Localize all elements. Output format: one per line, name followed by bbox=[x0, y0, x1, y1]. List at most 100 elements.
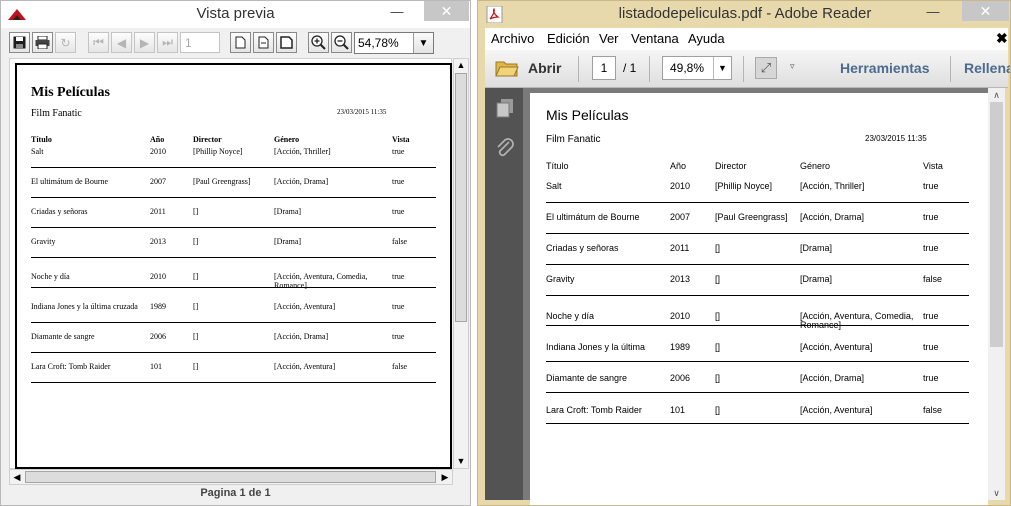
open-button[interactable]: Abrir bbox=[528, 60, 561, 76]
fill-sign-button[interactable]: Rellenar bbox=[964, 60, 1010, 76]
row-divider bbox=[31, 382, 436, 383]
pdf-page: Mis Películas Film Fanatic 23/03/2015 11… bbox=[530, 93, 988, 505]
reader-toolbar: Abrir 1 / 1 49,8% ▼ ⤢ ▿ Herramientas Rel… bbox=[485, 50, 1010, 88]
print-button[interactable] bbox=[32, 32, 53, 53]
pages-icon[interactable] bbox=[495, 98, 515, 118]
page-width-button[interactable] bbox=[253, 32, 274, 53]
save-icon bbox=[13, 36, 26, 49]
cell-anio: 101 bbox=[150, 362, 162, 371]
last-page-button[interactable]: ⏭ bbox=[157, 32, 178, 53]
vertical-scrollbar[interactable]: ∧ ∨ bbox=[988, 88, 1005, 500]
cell-vista: false bbox=[392, 362, 408, 371]
cell-anio: 2010 bbox=[670, 311, 691, 321]
cell-genero: [Acción, Aventura] bbox=[274, 302, 336, 311]
cell-director: [Phillip Noyce] bbox=[193, 147, 243, 156]
zoom-out-button[interactable] bbox=[331, 32, 352, 53]
row-divider bbox=[546, 325, 969, 326]
fit-page-button[interactable] bbox=[276, 32, 297, 53]
expand-icon[interactable]: ⤢ bbox=[755, 57, 777, 79]
menu-ventana[interactable]: Ventana bbox=[631, 31, 679, 46]
report-date: 23/03/2015 11:35 bbox=[337, 108, 387, 116]
toolbar-separator bbox=[578, 56, 579, 82]
cell-genero: [Acción, Aventura] bbox=[800, 405, 873, 415]
scroll-thumb[interactable] bbox=[455, 73, 467, 322]
zoom-value: 49,8% bbox=[670, 61, 705, 75]
scroll-right-icon[interactable]: ▶ bbox=[438, 470, 452, 484]
row-divider bbox=[31, 322, 436, 323]
cell-titulo: Diamante de sangre bbox=[546, 373, 628, 383]
cell-director: [] bbox=[193, 362, 199, 371]
close-document-icon[interactable]: ✖ bbox=[996, 30, 1008, 47]
cell-vista: false bbox=[923, 274, 943, 284]
page-number-input[interactable]: 1 bbox=[180, 32, 220, 53]
folder-icon[interactable] bbox=[495, 59, 519, 77]
row-divider bbox=[31, 257, 436, 258]
cell-vista: true bbox=[923, 212, 939, 222]
tools-button[interactable]: Herramientas bbox=[840, 60, 930, 76]
scroll-down-icon[interactable]: ▼ bbox=[454, 455, 468, 468]
report-subtitle: Film Fanatic bbox=[31, 108, 82, 119]
chevron-down-icon[interactable]: ▼ bbox=[713, 57, 731, 79]
cell-titulo: Noche y día bbox=[546, 311, 595, 321]
close-button[interactable]: ✕ bbox=[424, 1, 469, 21]
cell-genero: [Drama] bbox=[274, 207, 302, 216]
zoom-select[interactable]: 49,8% ▼ bbox=[662, 56, 732, 80]
minimize-button[interactable]: — bbox=[384, 1, 410, 21]
refresh-button[interactable]: ↻ bbox=[55, 32, 76, 53]
cell-vista: true bbox=[392, 147, 405, 156]
chevron-down-icon[interactable]: ▼ bbox=[413, 33, 433, 53]
row-divider bbox=[546, 295, 969, 296]
cell-titulo: Indiana Jones y la última cruzada bbox=[31, 302, 138, 311]
cell-titulo: Salt bbox=[31, 147, 44, 156]
menu-ver[interactable]: Ver bbox=[599, 31, 619, 46]
paperclip-icon[interactable] bbox=[495, 138, 515, 160]
cell-genero-continued: Romance] bbox=[274, 281, 307, 290]
zoom-in-button[interactable] bbox=[308, 32, 329, 53]
scroll-down-icon[interactable]: ∨ bbox=[988, 486, 1005, 500]
close-button[interactable]: ✕ bbox=[962, 1, 1009, 21]
report-subtitle: Film Fanatic bbox=[546, 134, 601, 145]
menu-edicion[interactable]: Edición bbox=[547, 31, 590, 46]
row-divider bbox=[546, 361, 969, 362]
cell-vista: false bbox=[392, 237, 408, 246]
scroll-thumb[interactable] bbox=[25, 471, 436, 483]
horizontal-scrollbar[interactable]: ◀ ▶ bbox=[9, 469, 453, 485]
cell-director: [Paul Greengrass] bbox=[715, 212, 788, 222]
toolbar-separator bbox=[649, 56, 650, 82]
cell-genero: [Acción, Drama] bbox=[800, 212, 865, 222]
cell-titulo: Lara Croft: Tomb Raider bbox=[546, 405, 642, 415]
vertical-scrollbar[interactable]: ▲ ▼ bbox=[453, 58, 469, 469]
cell-anio: 2013 bbox=[150, 237, 166, 246]
cell-vista: true bbox=[392, 272, 405, 281]
cell-titulo: Indiana Jones y la última bbox=[546, 342, 646, 352]
cell-vista: true bbox=[392, 332, 405, 341]
scroll-up-icon[interactable]: ▲ bbox=[454, 59, 468, 72]
cell-genero: [Acción, Thriller] bbox=[800, 181, 865, 191]
minimize-button[interactable]: — bbox=[918, 1, 948, 21]
next-page-button[interactable]: ▶ bbox=[134, 32, 155, 53]
zoom-select[interactable]: 54,78% ▼ bbox=[354, 32, 434, 54]
report-date: 23/03/2015 11:35 bbox=[865, 134, 927, 143]
row-divider bbox=[31, 227, 436, 228]
menu-ayuda[interactable]: Ayuda bbox=[688, 31, 725, 46]
cell-titulo: Lara Croft: Tomb Raider bbox=[31, 362, 111, 371]
chevron-down-icon[interactable]: ▿ bbox=[790, 61, 795, 72]
toolbar-separator bbox=[950, 56, 951, 82]
single-page-button[interactable] bbox=[230, 32, 251, 53]
menu-archivo[interactable]: Archivo bbox=[491, 31, 534, 46]
save-button[interactable] bbox=[9, 32, 30, 53]
cell-director: [] bbox=[193, 237, 199, 246]
scroll-thumb[interactable] bbox=[990, 102, 1003, 347]
row-divider bbox=[546, 392, 969, 393]
cell-titulo: Noche y día bbox=[31, 272, 70, 281]
prev-page-button[interactable]: ◀ bbox=[111, 32, 132, 53]
cell-anio: 2007 bbox=[670, 212, 691, 222]
scroll-up-icon[interactable]: ∧ bbox=[988, 88, 1005, 102]
scroll-left-icon[interactable]: ◀ bbox=[10, 470, 24, 484]
first-page-button[interactable]: ⏮ bbox=[88, 32, 109, 53]
row-divider bbox=[546, 202, 969, 203]
report-title: Mis Películas bbox=[31, 85, 110, 100]
header-director: Director bbox=[715, 161, 747, 171]
menu-bar: Archivo Edición Ver Ventana Ayuda ✖ bbox=[485, 28, 1008, 50]
page-number-input[interactable]: 1 bbox=[592, 56, 616, 80]
